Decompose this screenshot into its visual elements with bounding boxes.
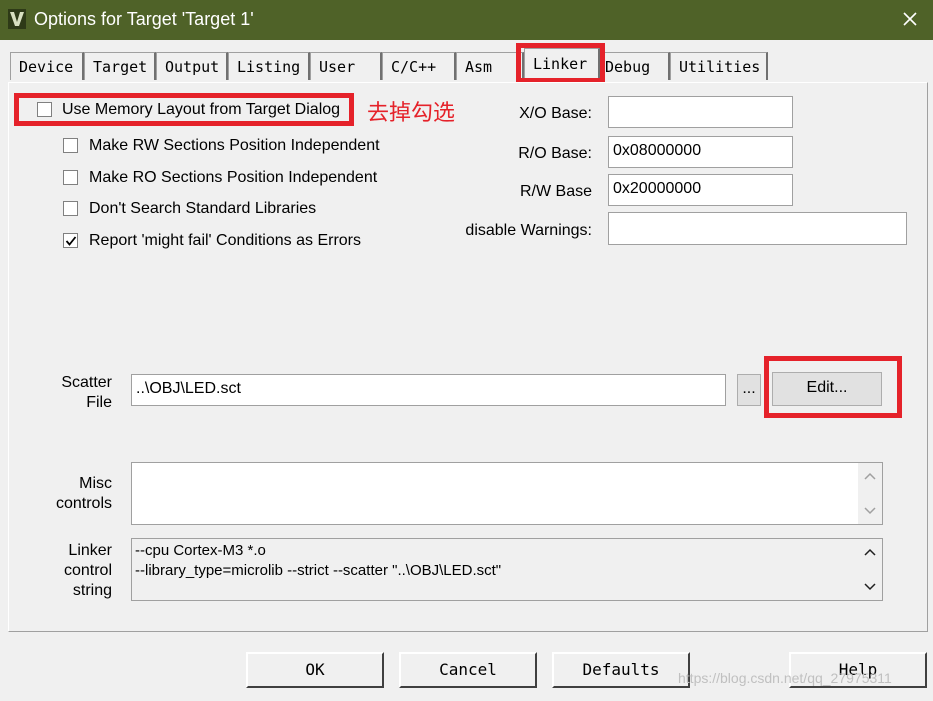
xo-base-input[interactable]	[608, 96, 793, 128]
checkmark-icon	[65, 236, 77, 246]
defaults-button[interactable]: Defaults	[552, 652, 690, 688]
tab-label: Linker	[533, 55, 588, 73]
disable-warnings-label: disable Warnings:	[465, 222, 592, 239]
ro-independent-checkbox[interactable]	[63, 170, 78, 185]
scatter-edit-button[interactable]: Edit...	[772, 372, 882, 406]
tab-debug[interactable]: Debug	[600, 52, 670, 80]
cancel-button[interactable]: Cancel	[399, 652, 537, 688]
dont-search-std-label: Don't Search Standard Libraries	[89, 200, 317, 217]
linker-control-string[interactable]: --cpu Cortex-M3 *.o --library_type=micro…	[131, 538, 883, 601]
scatter-browse-button[interactable]: ...	[737, 374, 761, 406]
scatter-file-input[interactable]: ..\OBJ\LED.sct	[131, 374, 726, 406]
ok-button[interactable]: OK	[246, 652, 384, 688]
rw-independent-label: Make RW Sections Position Independent	[89, 137, 380, 154]
annotation-text: 去掉勾选	[367, 101, 456, 126]
tab-label: Device	[19, 58, 74, 76]
xo-base-label: X/O Base:	[519, 105, 592, 122]
tab-label: C/C++	[391, 58, 437, 76]
scroll-down-icon[interactable]	[863, 582, 877, 592]
tab-device[interactable]: Device	[10, 52, 84, 80]
keil-app-icon	[8, 9, 26, 29]
scroll-up-icon[interactable]	[863, 471, 877, 481]
tab-utilities[interactable]: Utilities	[670, 52, 768, 80]
tab-c-cpp[interactable]: C/C++	[382, 52, 456, 80]
tab-listing[interactable]: Listing	[228, 52, 310, 80]
rw-base-input[interactable]: 0x20000000	[608, 174, 793, 206]
tab-label: Output	[165, 58, 220, 76]
tab-output[interactable]: Output	[156, 52, 228, 80]
linker-string-line2: --library_type=microlib --strict --scatt…	[135, 562, 502, 579]
window-title: Options for Target 'Target 1'	[34, 9, 254, 29]
scatter-label-line1: Scatter	[61, 374, 112, 391]
title-bar: Options for Target 'Target 1'	[0, 0, 933, 40]
tab-label: Debug	[605, 58, 651, 76]
misc-label-line2: controls	[55, 495, 112, 512]
ro-base-input[interactable]: 0x08000000	[608, 136, 793, 168]
close-icon[interactable]	[895, 8, 925, 32]
tab-label: Target	[93, 58, 148, 76]
ro-independent-label: Make RO Sections Position Independent	[89, 169, 378, 186]
scatter-label-line2: File	[86, 394, 112, 411]
scroll-up-icon[interactable]	[863, 547, 877, 557]
linker-string-line1: --cpu Cortex-M3 *.o	[135, 542, 266, 559]
scroll-down-icon[interactable]	[863, 506, 877, 516]
report-might-fail-label: Report 'might fail' Conditions as Errors	[89, 232, 361, 249]
tab-target[interactable]: Target	[84, 52, 156, 80]
misc-controls-textarea[interactable]	[131, 462, 883, 525]
linker-string-scrollbar[interactable]	[858, 539, 882, 600]
tab-linker[interactable]: Linker	[524, 48, 600, 82]
rw-independent-checkbox[interactable]	[63, 138, 78, 153]
watermark-text: https://blog.csdn.net/qq_27975311	[678, 670, 892, 686]
tab-user[interactable]: User	[310, 52, 382, 80]
linker-string-label-line1: Linker	[68, 542, 112, 559]
tab-label: User	[319, 58, 356, 76]
tab-strip: Device Target Output Listing User C/C++ …	[10, 48, 930, 82]
linker-string-label-line2: control	[63, 562, 112, 579]
tab-label: Listing	[237, 58, 301, 76]
misc-label-line1: Misc	[79, 475, 112, 492]
use-memory-layout-checkbox[interactable]	[37, 102, 52, 117]
report-might-fail-checkbox[interactable]	[63, 233, 78, 248]
ro-base-label: R/O Base:	[518, 145, 592, 162]
dont-search-std-checkbox[interactable]	[63, 201, 78, 216]
tab-asm[interactable]: Asm	[456, 52, 524, 80]
rw-base-label: R/W Base	[519, 183, 592, 200]
linker-string-label-line3: string	[72, 582, 112, 599]
tab-label: Utilities	[679, 58, 761, 76]
use-memory-layout-label: Use Memory Layout from Target Dialog	[62, 101, 341, 118]
misc-scrollbar[interactable]	[858, 463, 882, 524]
disable-warnings-input[interactable]	[608, 212, 907, 245]
tab-label: Asm	[465, 58, 493, 76]
